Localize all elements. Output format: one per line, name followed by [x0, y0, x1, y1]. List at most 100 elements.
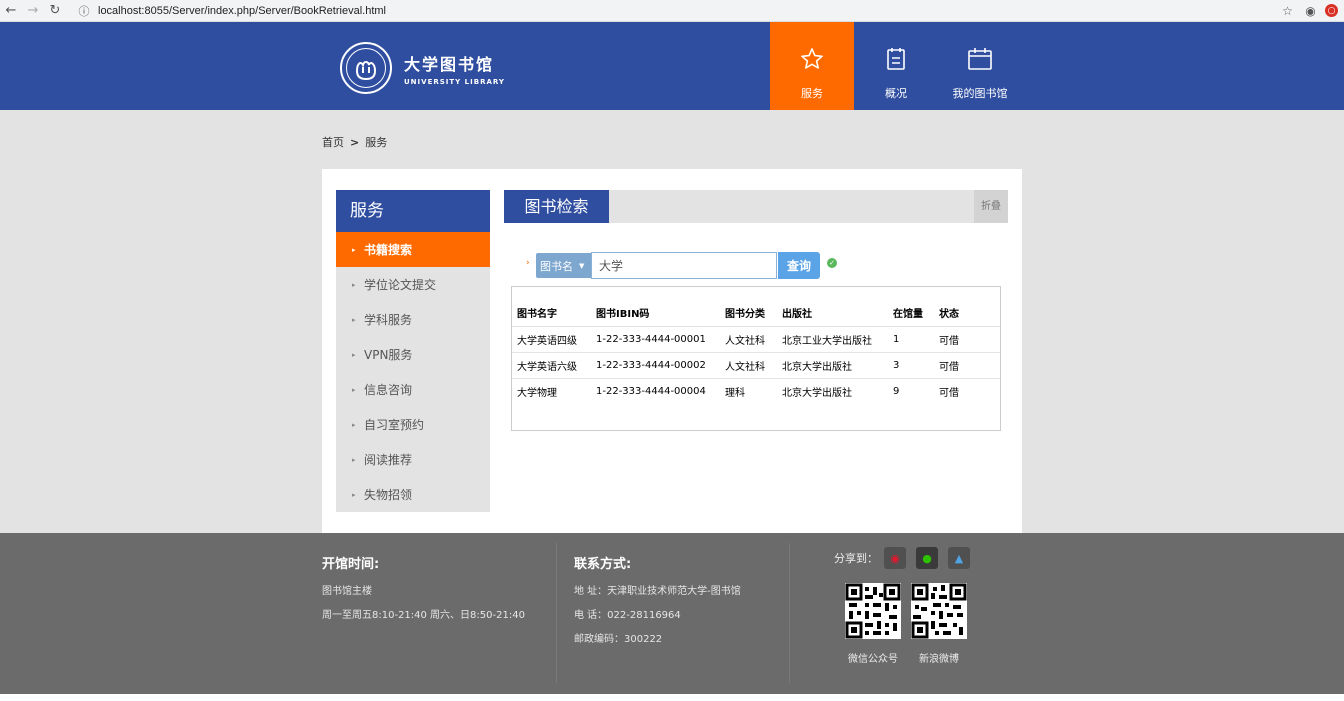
bullet-icon: ▸: [352, 245, 356, 254]
reload-icon[interactable]: ↻: [44, 0, 66, 22]
sidebar-item-label: 信息咨询: [364, 383, 413, 397]
content-header: 图书检索 折叠: [504, 190, 1008, 223]
table-header-row: 图书名字 图书IBIN码 图书分类 出版社 在馆量 状态: [512, 300, 1000, 327]
nav-overview[interactable]: 概况: [854, 22, 938, 110]
results-table: 图书名字 图书IBIN码 图书分类 出版社 在馆量 状态 大学英语四级 1-22…: [511, 286, 1001, 431]
search-type-value: 图书名: [540, 259, 573, 273]
nav-service[interactable]: 服务: [770, 22, 854, 115]
sidebar-item-lost-found[interactable]: ▸ 失物招领: [336, 477, 490, 512]
weibo-qr-label: 新浪微博: [919, 654, 959, 665]
content-title: 图书检索: [504, 190, 609, 223]
bullet-icon: ▸: [352, 350, 356, 359]
sidebar-item-label: 阅读推荐: [364, 453, 413, 467]
sidebar-item-study-room[interactable]: ▸ 自习室预约: [336, 407, 490, 442]
column-header: 图书名字: [512, 300, 591, 327]
cell-stock: 3: [888, 352, 934, 379]
search-type-select[interactable]: 图书名 ▼: [536, 253, 591, 278]
hours-title: 开馆时间:: [322, 557, 380, 572]
cell-book-name: 大学英语六级: [512, 352, 591, 379]
footer-divider: [556, 543, 557, 683]
column-header: 状态: [934, 300, 1000, 327]
wechat-icon[interactable]: ●: [916, 547, 938, 569]
cell-category: 人文社科: [720, 352, 777, 379]
nav-my-library-label: 我的图书馆: [952, 87, 1008, 100]
cell-book-code: 1-22-333-4444-00001: [591, 326, 720, 353]
cell-book-name: 大学物理: [517, 387, 557, 399]
contact-phone: 电 话：022-28116964: [574, 610, 681, 621]
breadcrumb-current[interactable]: 服务: [365, 134, 387, 150]
qq-icon[interactable]: ▲: [948, 547, 970, 569]
logo-subtitle: UNIVERSITY LIBRARY: [404, 77, 505, 86]
site-logo[interactable]: 大学图书馆 UNIVERSITY LIBRARY: [340, 42, 505, 94]
hours-schedule: 周一至周五8:10-21:40 周六、日8:50-21:40: [322, 610, 525, 621]
cell-stock: 1: [888, 326, 934, 353]
table-row[interactable]: 大学物理 1-22-333-4444-00004 理科 北京大学出版社 9 可借: [512, 378, 1000, 404]
sidebar-item-reading[interactable]: ▸ 阅读推荐: [336, 442, 490, 477]
profile-icon[interactable]: ◉: [1302, 2, 1319, 19]
wechat-qr-label: 微信公众号: [848, 654, 898, 665]
extension-icon[interactable]: ○: [1325, 4, 1338, 17]
sidebar: 服务 ▸ 书籍搜索 ▸ 学位论文提交 ▸ 学科服务 ▸ VPN服务 ▸ 信息咨询 ▸ 自习室…: [336, 190, 490, 512]
table-row[interactable]: 大学英语四级 1-22-333-4444-00001 人文社科 北京工业大学出版…: [512, 326, 1000, 353]
sidebar-item-subject[interactable]: ▸ 学科服务: [336, 302, 490, 337]
browser-toolbar: ← → ↻ ⓘ localhost:8055/Server/index.php/…: [0, 0, 1344, 22]
sidebar-item-label: 书籍搜索: [364, 243, 413, 257]
sidebar-item-thesis[interactable]: ▸ 学位论文提交: [336, 267, 490, 302]
contact-info: 联系方式: 地 址：天津职业技术师范大学-图书馆 电 话：022-2811696…: [574, 553, 741, 654]
cell-publisher: 北京工业大学出版社: [777, 326, 888, 353]
weibo-qr-code: [911, 583, 967, 639]
bullet-icon: ▸: [352, 280, 356, 289]
info-icon[interactable]: ⓘ: [76, 3, 92, 19]
sidebar-item-vpn[interactable]: ▸ VPN服务: [336, 337, 490, 372]
sidebar-item-label: VPN服务: [364, 348, 413, 362]
cell-category: 人文社科: [720, 326, 777, 353]
sidebar-item-label: 失物招领: [364, 488, 413, 502]
nav-my-library[interactable]: 我的图书馆: [938, 22, 1022, 110]
sidebar-item-label: 学位论文提交: [364, 278, 437, 292]
logo-title: 大学图书馆: [404, 54, 495, 74]
table-row[interactable]: 大学英语六级 1-22-333-4444-00002 人文社科 北京大学出版社 …: [512, 352, 1000, 379]
bullet-icon: ▸: [352, 385, 356, 394]
breadcrumb-home[interactable]: 首页: [322, 134, 344, 150]
address-bar[interactable]: ⓘ localhost:8055/Server/index.php/Server…: [76, 1, 1292, 20]
cell-book-code: 1-22-333-4444-00004: [596, 385, 706, 397]
wechat-qr-code: [845, 583, 901, 639]
fold-button[interactable]: 折叠: [974, 190, 1008, 223]
search-bar: › 图书名 ▼ 查询 ✓: [526, 252, 837, 279]
nav-service-label: 服务: [801, 87, 823, 100]
column-header: 图书IBIN码: [591, 300, 720, 327]
back-icon[interactable]: ←: [0, 0, 22, 22]
contact-address: 地 址：天津职业技术师范大学-图书馆: [574, 586, 741, 597]
search-button[interactable]: 查询: [778, 252, 820, 279]
site-header: 大学图书馆 UNIVERSITY LIBRARY 服务 概况 我的图书馆: [0, 22, 1344, 115]
document-icon: [886, 46, 906, 72]
contact-title: 联系方式:: [574, 557, 632, 572]
cell-publisher: 北京大学出版社: [777, 352, 888, 379]
library-seal-icon: [340, 42, 392, 94]
bullet-icon: ▸: [352, 455, 356, 464]
cell-status: 可借: [939, 387, 959, 399]
opening-hours: 开馆时间: 图书馆主楼 周一至周五8:10-21:40 周六、日8:50-21:…: [322, 553, 525, 630]
arrow-icon: ›: [526, 257, 530, 268]
share-label: 分享到：: [834, 552, 878, 565]
sidebar-item-label: 学科服务: [364, 313, 413, 327]
breadcrumb: 首页 > 服务: [322, 134, 387, 150]
share-bar: 分享到： ◉ ● ▲: [834, 547, 970, 569]
weibo-icon[interactable]: ◉: [884, 547, 906, 569]
bookmark-star-icon[interactable]: ☆: [1279, 2, 1296, 19]
cell-status: 可借: [934, 352, 1000, 379]
star-icon: [800, 46, 824, 72]
page-bottom: [0, 694, 1344, 701]
breadcrumb-separator: >: [350, 135, 360, 149]
check-icon: ✓: [827, 257, 837, 268]
nav-overview-label: 概况: [885, 87, 907, 100]
column-header: 图书分类: [720, 300, 777, 327]
dropdown-arrow-icon: ▼: [579, 261, 585, 270]
forward-icon[interactable]: →: [22, 0, 44, 22]
search-input[interactable]: [591, 252, 777, 279]
bullet-icon: ▸: [352, 420, 356, 429]
sidebar-item-consult[interactable]: ▸ 信息咨询: [336, 372, 490, 407]
sidebar-item-book-search[interactable]: ▸ 书籍搜索: [336, 232, 490, 267]
site-footer: 开馆时间: 图书馆主楼 周一至周五8:10-21:40 周六、日8:50-21:…: [0, 533, 1344, 694]
sidebar-title: 服务: [336, 190, 490, 232]
